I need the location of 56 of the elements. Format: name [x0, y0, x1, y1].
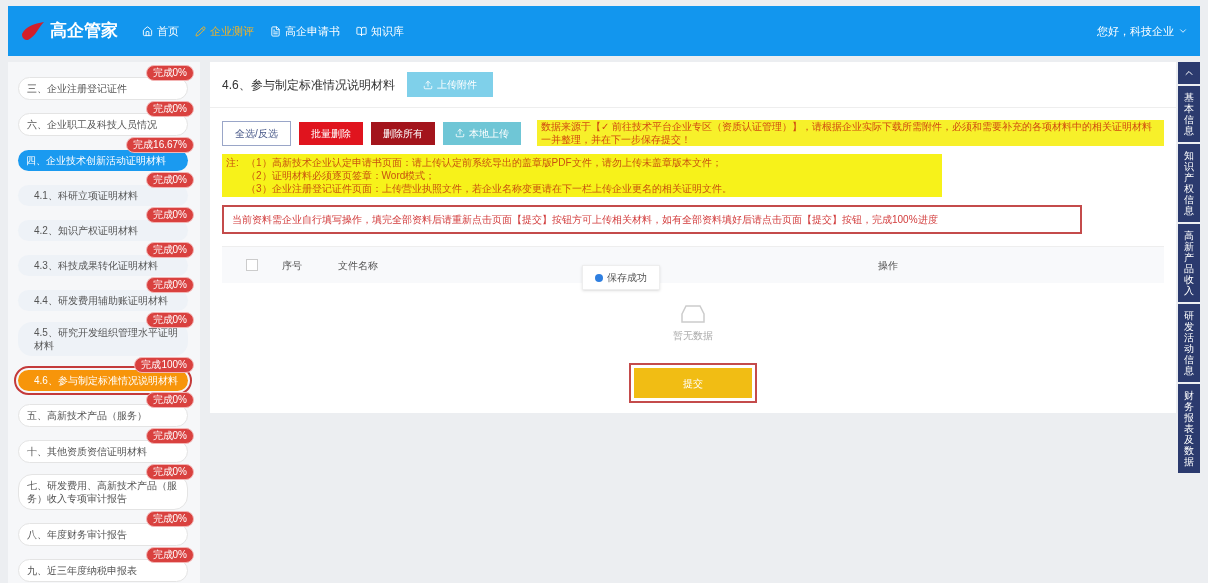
progress-badge: 完成0% — [145, 172, 194, 188]
source-note: 数据来源于【✓ 前往技术平台企业专区（资质认证管理）】，请根据企业实际下载所需附件，必须和需要补充的各项材料中的相关证明材料一并整理，并在下一步保存提交！ — [536, 120, 1164, 146]
collapse-button[interactable] — [1178, 62, 1200, 84]
progress-badge: 完成0% — [145, 101, 194, 117]
progress-badge: 完成0% — [145, 547, 194, 563]
sidebar-item[interactable]: 三、企业注册登记证件 — [18, 77, 188, 100]
toolbar-button[interactable]: 批量删除 — [298, 121, 363, 145]
toolbar-button[interactable]: 全选/反选 — [222, 120, 291, 146]
side-tab[interactable]: 高新产品收入 — [1178, 224, 1200, 302]
progress-badge: 完成0% — [145, 392, 194, 408]
side-tab[interactable]: 基本信息 — [1178, 86, 1200, 142]
progress-badge: 完成0% — [145, 428, 194, 444]
empty-text: 暂无数据 — [673, 328, 713, 343]
nav-icon — [142, 25, 153, 37]
upload-icon — [454, 128, 465, 138]
column-header: 操作 — [878, 258, 898, 273]
upload-icon — [422, 79, 433, 90]
warning-box: 当前资料需企业自行填写操作，填完全部资料后请重新点击页面【提交】按钮方可上传相关材料，如有全部资料填好后请点击页面【提交】按钮，完成100%进度 — [222, 205, 1082, 234]
progress-badge: 完成0% — [145, 312, 194, 328]
progress-badge: 完成100% — [134, 357, 194, 373]
progress-badge: 完成0% — [145, 242, 194, 258]
sidebar-item[interactable]: 十、其他资质资信证明材料 — [18, 440, 188, 463]
sidebar-item[interactable]: 八、年度财务审计报告 — [18, 523, 188, 546]
nav-icon — [356, 25, 367, 37]
sidebar-item[interactable]: 4.1、科研立项证明材料 — [18, 185, 188, 206]
app-logo-text: 高企管家 — [50, 20, 118, 43]
sidebar-item[interactable]: 4.3、科技成果转化证明材料 — [18, 255, 188, 276]
note-line: （3）企业注册登记证件页面：上传营业执照文件，若企业名称变更请在下一栏上传企业更名的相关证明文件。 — [246, 182, 732, 195]
side-tab[interactable]: 知识产权信息 — [1178, 144, 1200, 222]
sidebar-item[interactable]: 4.4、研发费用辅助账证明材料 — [18, 290, 188, 311]
note-line: （2）证明材料必须逐页签章：Word模式； — [246, 169, 437, 182]
progress-badge: 完成0% — [145, 65, 194, 81]
section-title: 4.6、参与制定标准情况说明材料 — [222, 76, 395, 94]
sidebar-item[interactable]: 九、近三年度纳税申报表 — [18, 559, 188, 582]
progress-badge: 完成0% — [145, 464, 194, 480]
select-all-checkbox[interactable] — [246, 259, 258, 271]
nav-icon — [270, 25, 281, 37]
empty-box-icon — [680, 303, 706, 324]
progress-badge: 完成0% — [145, 277, 194, 293]
note-line: （1）高新技术企业认定申请书页面：请上传认定前系统导出的盖章版PDF文件，请勿上传未盖章版本文件； — [246, 156, 723, 169]
sidebar-item[interactable]: 4.2、知识产权证明材料 — [18, 220, 188, 241]
side-tab[interactable]: 研发活动信息 — [1178, 304, 1200, 382]
column-header: 序号 — [282, 258, 303, 273]
sidebar-item[interactable]: 五、高新技术产品（服务） — [18, 404, 188, 427]
progress-badge: 完成0% — [145, 511, 194, 527]
progress-badge: 完成0% — [145, 207, 194, 223]
toolbar-button[interactable]: 删除所有 — [370, 121, 435, 145]
sidebar-item[interactable]: 六、企业职工及科技人员情况 — [18, 113, 188, 136]
progress-badge: 完成16.67% — [126, 137, 194, 153]
column-header: 文件名称 — [338, 258, 379, 273]
notes-label: 注: — [226, 156, 240, 170]
caret-icon — [1178, 26, 1188, 36]
logo-icon — [20, 20, 46, 42]
side-tab[interactable]: 财务报表及数据 — [1178, 384, 1200, 473]
toast-message: 保存成功 — [607, 271, 647, 285]
nav-icon — [195, 25, 206, 37]
